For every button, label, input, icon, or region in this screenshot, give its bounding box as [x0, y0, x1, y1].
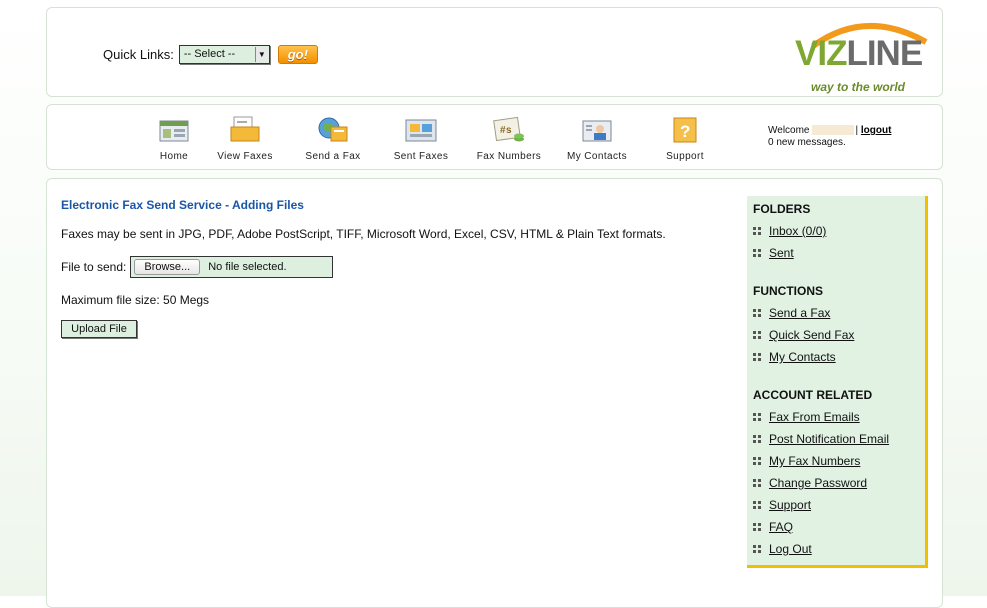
- nav-my-contacts-label: My Contacts: [567, 151, 627, 162]
- functions-heading: FUNCTIONS: [753, 284, 823, 298]
- page-title: Electronic Fax Send Service - Adding Fil…: [61, 198, 304, 212]
- account-heading: ACCOUNT RELATED: [753, 388, 873, 402]
- bullet-icon: [753, 413, 761, 421]
- bullet-icon: [753, 435, 761, 443]
- nav-view-faxes[interactable]: View Faxes: [201, 115, 289, 162]
- bullet-icon: [753, 479, 761, 487]
- sidebar-item-faq[interactable]: FAQ: [753, 520, 793, 534]
- header-panel: Quick Links: -- Select -- ▼ go! VIZLINE …: [46, 7, 943, 97]
- sidebar-item-log-out[interactable]: Log Out: [753, 542, 812, 556]
- file-row: File to send: Browse... No file selected…: [61, 256, 334, 278]
- sidebar-item-send-fax[interactable]: Send a Fax: [753, 306, 830, 320]
- browse-button[interactable]: Browse...: [134, 259, 201, 275]
- sidebar-item-my-fax-numbers[interactable]: My Fax Numbers: [753, 454, 860, 468]
- nav-sent-faxes-label: Sent Faxes: [393, 151, 449, 162]
- upload-file-button[interactable]: Upload File: [61, 320, 137, 338]
- bullet-icon: [753, 227, 761, 235]
- file-label: File to send:: [61, 260, 127, 274]
- svg-text:?: ?: [680, 122, 691, 141]
- nav-send-fax[interactable]: Send a Fax: [289, 115, 377, 162]
- welcome-text: Welcome: [768, 125, 810, 136]
- contacts-icon: [582, 120, 612, 142]
- fax-numbers-icon: #s: [493, 116, 524, 142]
- sidebar-item-sent[interactable]: Sent: [753, 246, 794, 260]
- file-status: No file selected.: [208, 261, 287, 273]
- chevron-down-icon: ▼: [254, 47, 268, 62]
- file-input[interactable]: Browse... No file selected.: [130, 256, 334, 278]
- bullet-icon: [753, 309, 761, 317]
- bullet-icon: [753, 523, 761, 531]
- nav-my-contacts[interactable]: My Contacts: [553, 115, 641, 162]
- sidebar-item-change-password[interactable]: Change Password: [753, 476, 867, 490]
- support-icon: ?: [673, 117, 697, 143]
- bullet-icon: [753, 545, 761, 553]
- messages-count: 0 new messages.: [768, 137, 846, 148]
- sidebar-item-my-contacts[interactable]: My Contacts: [753, 350, 836, 364]
- folders-heading: FOLDERS: [753, 202, 811, 216]
- sent-faxes-icon: [405, 119, 437, 142]
- welcome-box: Welcome | logout 0 new messages.: [768, 125, 891, 149]
- nav-panel: Home View Faxes Send a Fax Sent Faxes #s…: [46, 104, 943, 170]
- sidebar-item-post-notification-email[interactable]: Post Notification Email: [753, 432, 889, 446]
- bullet-icon: [753, 457, 761, 465]
- main-nav: Home View Faxes Send a Fax Sent Faxes #s…: [147, 115, 729, 162]
- logo-wordmark: VIZLINE: [795, 34, 923, 73]
- nav-send-fax-label: Send a Fax: [305, 151, 361, 162]
- bullet-icon: [753, 353, 761, 361]
- main-panel: Electronic Fax Send Service - Adding Fil…: [46, 178, 943, 608]
- logout-link[interactable]: logout: [861, 125, 892, 136]
- quick-links-selected: -- Select --: [183, 48, 236, 60]
- nav-sent-faxes[interactable]: Sent Faxes: [377, 115, 465, 162]
- nav-fax-numbers-label: Fax Numbers: [476, 151, 542, 162]
- bullet-icon: [753, 249, 761, 257]
- go-button[interactable]: go!: [277, 45, 318, 64]
- sidebar-item-quick-send-fax[interactable]: Quick Send Fax: [753, 328, 854, 342]
- sidebar-item-support[interactable]: Support: [753, 498, 811, 512]
- bullet-icon: [753, 501, 761, 509]
- vizline-logo[interactable]: VIZLINE way to the world: [791, 16, 936, 94]
- quick-links-select[interactable]: -- Select -- ▼: [178, 45, 270, 64]
- nav-fax-numbers[interactable]: #s Fax Numbers: [465, 115, 553, 162]
- quick-links: Quick Links: -- Select -- ▼ go!: [103, 45, 318, 64]
- send-fax-icon: [318, 117, 348, 142]
- max-file-size: Maximum file size: 50 Megs: [61, 293, 210, 307]
- logo-tagline: way to the world: [811, 80, 906, 94]
- quick-links-label: Quick Links:: [103, 47, 174, 62]
- separator: |: [855, 125, 859, 136]
- nav-support[interactable]: ? Support: [641, 115, 729, 162]
- nav-support-label: Support: [666, 151, 704, 162]
- formats-text: Faxes may be sent in JPG, PDF, Adobe Pos…: [61, 227, 666, 241]
- redacted-username: [811, 125, 854, 136]
- sidebar-item-inbox[interactable]: Inbox (0/0): [753, 224, 826, 238]
- bullet-icon: [753, 331, 761, 339]
- nav-view-faxes-label: View Faxes: [217, 151, 273, 162]
- sidebar: FOLDERS Inbox (0/0) Sent FUNCTIONS Send …: [747, 196, 928, 568]
- home-icon: [159, 120, 189, 142]
- sidebar-item-fax-from-emails[interactable]: Fax From Emails: [753, 410, 860, 424]
- nav-home-label: Home: [159, 151, 189, 162]
- nav-home[interactable]: Home: [147, 115, 201, 162]
- view-faxes-icon: [230, 116, 260, 142]
- svg-text:#s: #s: [500, 125, 512, 136]
